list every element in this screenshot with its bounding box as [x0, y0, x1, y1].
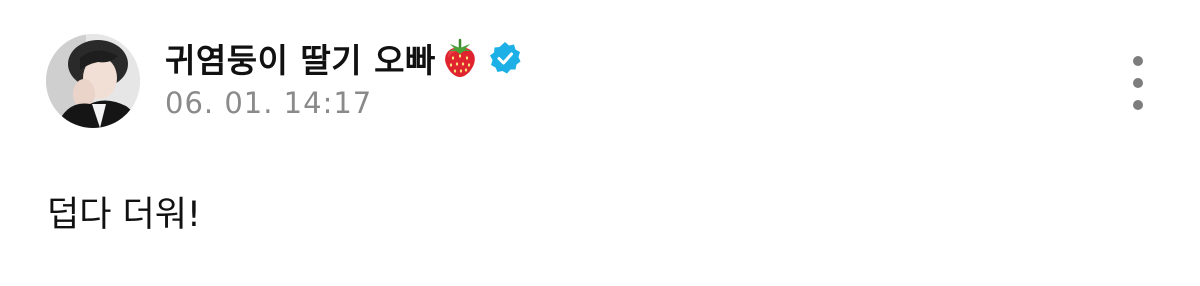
post-timestamp: 06. 01. 14:17 [165, 86, 373, 120]
more-vertical-icon-dot [1133, 100, 1143, 110]
author-name-text: 귀염둥이 딸기 오빠 [165, 41, 436, 80]
more-vertical-icon [1133, 56, 1143, 66]
more-vertical-icon-dot [1133, 78, 1143, 88]
avatar[interactable] [46, 34, 140, 128]
strawberry-emoji-icon [442, 38, 478, 78]
post-body-text: 덥다 더워! [47, 195, 201, 235]
post-card: 귀염둥이 딸기 오빠 06. 01. 14:17 덥다 더워! [0, 0, 1200, 286]
avatar-photo [46, 34, 140, 128]
more-options-button[interactable] [1120, 54, 1156, 110]
author-name[interactable]: 귀염둥이 딸기 오빠 [165, 33, 522, 83]
verified-badge-icon [488, 41, 522, 75]
